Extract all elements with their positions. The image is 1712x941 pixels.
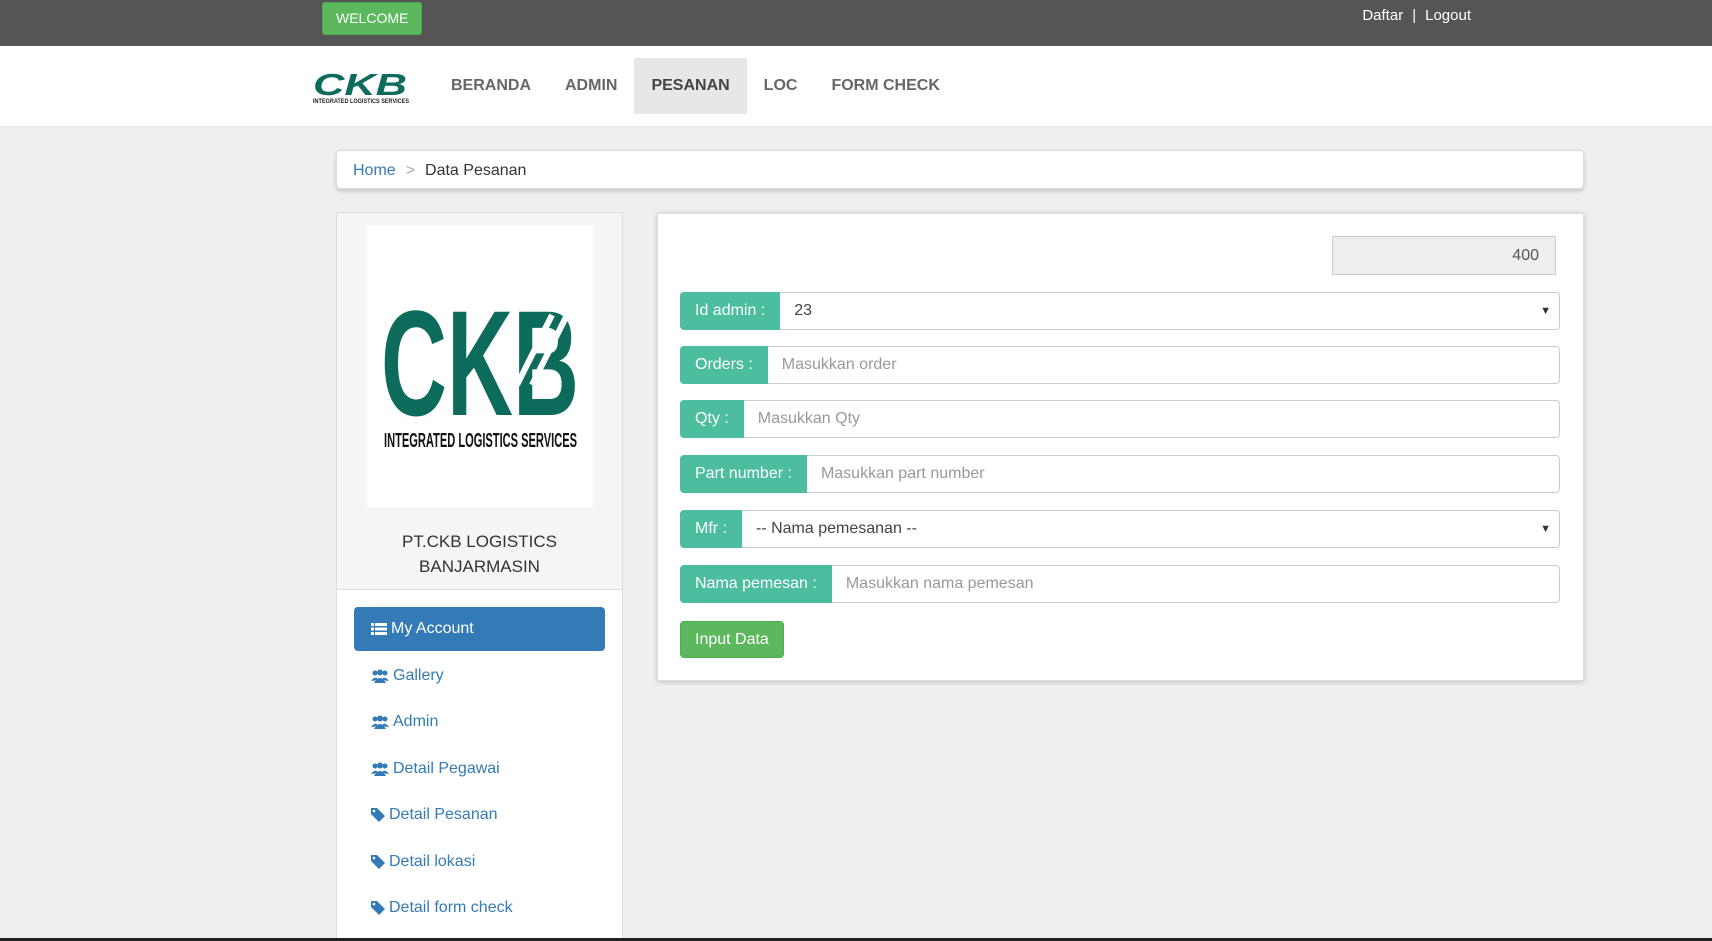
ckb-logo[interactable]: CKB INTEGRATED LOGISTICS SERVICES: [312, 67, 410, 105]
qty-row: Qty :: [680, 400, 1560, 438]
chevron-down-icon: ▼: [1540, 523, 1551, 535]
main-navbar: CKB INTEGRATED LOGISTICS SERVICES BERAND…: [0, 46, 1712, 127]
list-icon: [371, 623, 387, 635]
tag-icon: [371, 901, 385, 915]
breadcrumb: Home > Data Pesanan: [336, 150, 1584, 189]
mfr-row: Mfr : -- Nama pemesanan -- ▼: [680, 510, 1560, 548]
sidebar-item-label: Admin: [393, 713, 439, 730]
id-admin-select[interactable]: 23 ▼: [780, 292, 1560, 330]
part-number-input[interactable]: [806, 455, 1560, 493]
breadcrumb-current: Data Pesanan: [425, 162, 527, 179]
sidebar-item-detail-pesanan[interactable]: Detail Pesanan: [354, 793, 605, 837]
sidebar-item-label: My Account: [391, 620, 474, 637]
company-logo-image: CKB INTEGRATED LOGISTICS SERVICES: [367, 225, 593, 507]
input-data-button[interactable]: Input Data: [680, 621, 784, 658]
nav-item-beranda[interactable]: BERANDA: [434, 58, 548, 114]
daftar-link[interactable]: Daftar: [1362, 7, 1403, 24]
sidebar-item-detail-lokasi[interactable]: Detail lokasi: [354, 840, 605, 884]
qty-input[interactable]: [743, 400, 1560, 438]
sidebar-item-detail-form-check[interactable]: Detail form check: [354, 886, 605, 930]
large-logo-text: CKB: [381, 279, 579, 447]
nama-pemesan-input[interactable]: [831, 565, 1560, 603]
tag-icon: [371, 808, 385, 822]
users-icon: [371, 669, 389, 683]
mfr-selected-value: -- Nama pemesanan --: [756, 520, 917, 537]
sidebar: CKB INTEGRATED LOGISTICS SERVICES PT.CKB…: [336, 212, 623, 941]
nav-item-form-check[interactable]: FORM CHECK: [814, 58, 956, 114]
id-admin-row: Id admin : 23 ▼: [680, 292, 1560, 330]
nav-item-pesanan[interactable]: PESANAN: [634, 58, 747, 114]
part-number-row: Part number :: [680, 455, 1560, 493]
tag-icon: [371, 854, 385, 869]
sidebar-item-detail-pegawai[interactable]: Detail Pegawai: [354, 747, 605, 791]
sidebar-item-admin[interactable]: Admin: [354, 700, 605, 744]
orders-row: Orders :: [680, 346, 1560, 384]
nav-item-loc[interactable]: LOC: [747, 58, 815, 114]
users-icon: [371, 715, 389, 729]
ckb-large-logo: CKB INTEGRATED LOGISTICS SERVICES: [381, 279, 579, 452]
nav-item-admin[interactable]: ADMIN: [548, 58, 634, 114]
welcome-button[interactable]: WELCOME: [322, 2, 423, 35]
orders-label: Orders :: [680, 346, 768, 384]
company-name: PT.CKB LOGISTICS BANJARMASIN: [337, 529, 622, 579]
qty-label: Qty :: [680, 400, 744, 438]
profile-card: CKB INTEGRATED LOGISTICS SERVICES PT.CKB…: [337, 213, 622, 590]
sidebar-item-my-account[interactable]: My Account: [354, 607, 605, 651]
sidebar-item-label: Detail Pesanan: [389, 806, 498, 823]
sidebar-menu: My Account Gallery Admin Detail Pegawai: [354, 607, 605, 933]
top-links: Daftar | Logout: [1362, 7, 1471, 24]
sidebar-item-gallery[interactable]: Gallery: [354, 654, 605, 698]
nav-logo-text: CKB: [313, 67, 407, 102]
id-admin-selected-value: 23: [794, 302, 813, 319]
sidebar-item-label: Gallery: [393, 666, 444, 684]
part-number-label: Part number :: [680, 455, 807, 493]
sidebar-item-label: Detail lokasi: [389, 852, 476, 870]
users-icon: [371, 762, 389, 776]
nav-logo-subtext: INTEGRATED LOGISTICS SERVICES: [313, 99, 409, 105]
company-name-line2: BANJARMASIN: [419, 557, 540, 576]
company-name-line1: PT.CKB LOGISTICS: [402, 532, 557, 551]
total-readonly-field: 400: [1332, 236, 1556, 275]
nama-pemesan-label: Nama pemesan :: [680, 565, 832, 603]
sidebar-item-label: Detail Pegawai: [393, 759, 500, 777]
nama-pemesan-row: Nama pemesan :: [680, 565, 1560, 603]
sidebar-item-label: Detail form check: [389, 899, 513, 916]
top-bar: WELCOME Daftar | Logout: [0, 0, 1712, 46]
mfr-select[interactable]: -- Nama pemesanan -- ▼: [742, 510, 1560, 548]
nav-menu: BERANDA ADMIN PESANAN LOC FORM CHECK: [434, 58, 957, 114]
orders-input[interactable]: [767, 346, 1560, 384]
top-links-separator: |: [1412, 7, 1417, 24]
large-logo-subtext: INTEGRATED LOGISTICS SERVICES: [384, 430, 577, 452]
chevron-down-icon: ▼: [1540, 305, 1551, 317]
breadcrumb-home-link[interactable]: Home: [353, 162, 396, 179]
breadcrumb-separator: >: [405, 162, 416, 179]
logout-link[interactable]: Logout: [1425, 7, 1471, 24]
id-admin-label: Id admin :: [680, 292, 781, 330]
order-form-panel: 400 Id admin : 23 ▼ Orders : Qty : Part …: [657, 213, 1584, 681]
mfr-label: Mfr :: [680, 510, 742, 548]
